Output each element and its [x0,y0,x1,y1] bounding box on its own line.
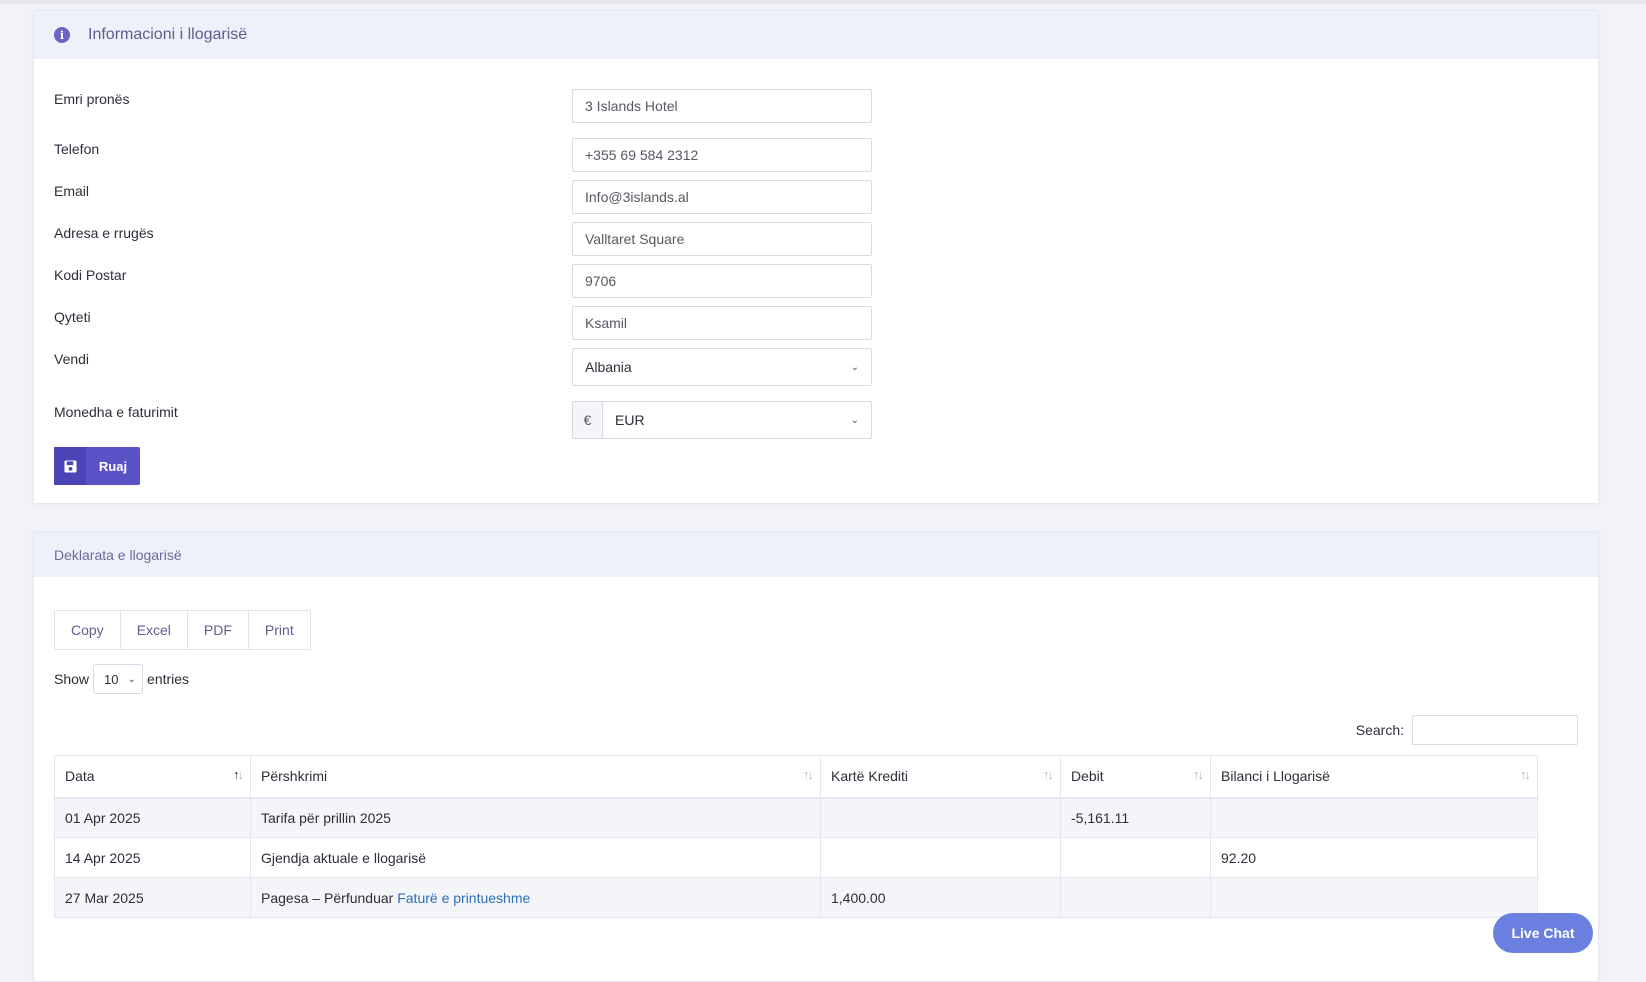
table-search: Search: [1356,715,1578,745]
currency-select-group: € EUR ⌄ [572,401,872,439]
column-header-balance[interactable]: Bilanci i Llogarisë ↑↓ [1210,755,1538,799]
property-name-input[interactable]: 3 Islands Hotel [572,89,872,123]
search-label: Search: [1355,722,1404,738]
statement-title: Deklarata e llogarisë [54,547,182,563]
country-select[interactable]: Albania ⌄ [572,348,872,386]
sort-icon: ↑↓ [1043,767,1054,782]
column-header-label: Data [65,768,95,785]
table-header-row: Data ↑↓ Përshkrimi ↑↓ Kartë Krediti ↑↓ D… [54,755,1538,799]
cell-description: Tarifa për prillin 2025 [250,797,821,838]
cell-date: 14 Apr 2025 [54,837,251,878]
email-input[interactable]: Info@3islands.al [572,180,872,214]
sort-icon: ↑↓ [803,767,814,782]
cell-description: Pagesa – Përfunduar Faturë e printueshme [250,877,821,918]
printable-invoice-link[interactable]: Faturë e printueshme [397,890,530,906]
page-length-value: 10 [104,671,119,687]
email-label: Email [54,183,90,199]
cell-balance [1210,797,1538,838]
postal-code-label: Kodi Postar [54,267,127,283]
chevron-down-icon: ⌄ [127,673,137,685]
street-address-input[interactable]: Valltaret Square [572,222,872,256]
cell-credit: 1,400.00 [820,877,1061,918]
save-label: Ruaj [98,458,128,474]
floppy-disk-icon [54,447,86,485]
cell-credit [820,797,1061,838]
cell-credit [820,837,1061,878]
live-chat-button[interactable]: Live Chat [1493,913,1593,953]
street-address-label: Adresa e rrugës [54,225,154,241]
column-header-label: Debit [1071,768,1104,785]
save-button[interactable]: Ruaj [54,447,140,485]
statement-header: Deklarata e llogarisë [34,533,1598,577]
page-length-control: Show 10 ⌄ entries [54,664,189,694]
account-info-title: Informacioni i llogarisë [88,26,248,43]
cell-balance: 92.20 [1210,837,1538,878]
cell-date: 27 Mar 2025 [54,877,251,918]
show-label: Show [54,671,90,687]
country-label: Vendi [54,351,90,367]
chevron-down-icon: ⌄ [850,414,859,426]
phone-label: Telefon [54,141,100,157]
excel-button[interactable]: Excel [120,611,188,649]
currency-value: EUR [615,412,645,428]
column-header-label: Bilanci i Llogarisë [1221,768,1330,785]
pdf-button[interactable]: PDF [187,611,249,649]
country-value: Albania [585,359,632,375]
copy-button[interactable]: Copy [55,611,121,649]
euro-icon: € [573,402,603,438]
cell-debit [1060,877,1211,918]
cell-debit: -5,161.11 [1060,797,1211,838]
currency-label: Monedha e faturimit [54,404,178,420]
page-length-select[interactable]: 10 ⌄ [93,664,144,694]
info-icon: i [54,27,70,43]
sort-icon: ↑↓ [1193,767,1204,782]
column-header-credit-card[interactable]: Kartë Krediti ↑↓ [820,755,1061,799]
column-header-description[interactable]: Përshkrimi ↑↓ [250,755,821,799]
top-divider [0,0,1646,4]
description-text: Pagesa – Përfunduar [261,889,394,906]
column-header-debit[interactable]: Debit ↑↓ [1060,755,1211,799]
city-label: Qyteti [54,309,91,325]
column-header-label: Përshkrimi [261,768,328,785]
property-name-label: Emri pronës [54,91,130,107]
city-input[interactable]: Ksamil [572,306,872,340]
column-header-date[interactable]: Data ↑↓ [54,755,251,799]
account-info-header: i Informacioni i llogarisë [34,11,1598,59]
table-row: 01 Apr 2025 Tarifa për prillin 2025 -5,1… [54,797,1538,838]
column-header-label: Kartë Krediti [831,768,909,785]
sort-icon: ↑↓ [1520,767,1531,782]
sort-icon: ↑↓ [233,767,244,782]
account-info-card: i Informacioni i llogarisë Emri pronës 3… [33,10,1599,504]
statement-table: Data ↑↓ Përshkrimi ↑↓ Kartë Krediti ↑↓ D… [54,755,1538,918]
postal-code-input[interactable]: 9706 [572,264,872,298]
print-button[interactable]: Print [248,611,310,649]
search-input[interactable] [1412,715,1578,745]
cell-date: 01 Apr 2025 [54,797,251,838]
entries-label: entries [147,671,190,687]
table-row: 14 Apr 2025 Gjendja aktuale e llogarisë … [54,837,1538,878]
cell-balance [1210,877,1538,918]
phone-input[interactable]: +355 69 584 2312 [572,138,872,172]
chevron-down-icon: ⌄ [850,361,859,373]
export-button-group: Copy Excel PDF Print [54,610,311,650]
statement-card: Deklarata e llogarisë Copy Excel PDF Pri… [33,532,1599,982]
currency-select[interactable]: EUR ⌄ [603,402,871,438]
cell-description: Gjendja aktuale e llogarisë [250,837,821,878]
table-row: 27 Mar 2025 Pagesa – Përfunduar Faturë e… [54,877,1538,918]
cell-debit [1060,837,1211,878]
